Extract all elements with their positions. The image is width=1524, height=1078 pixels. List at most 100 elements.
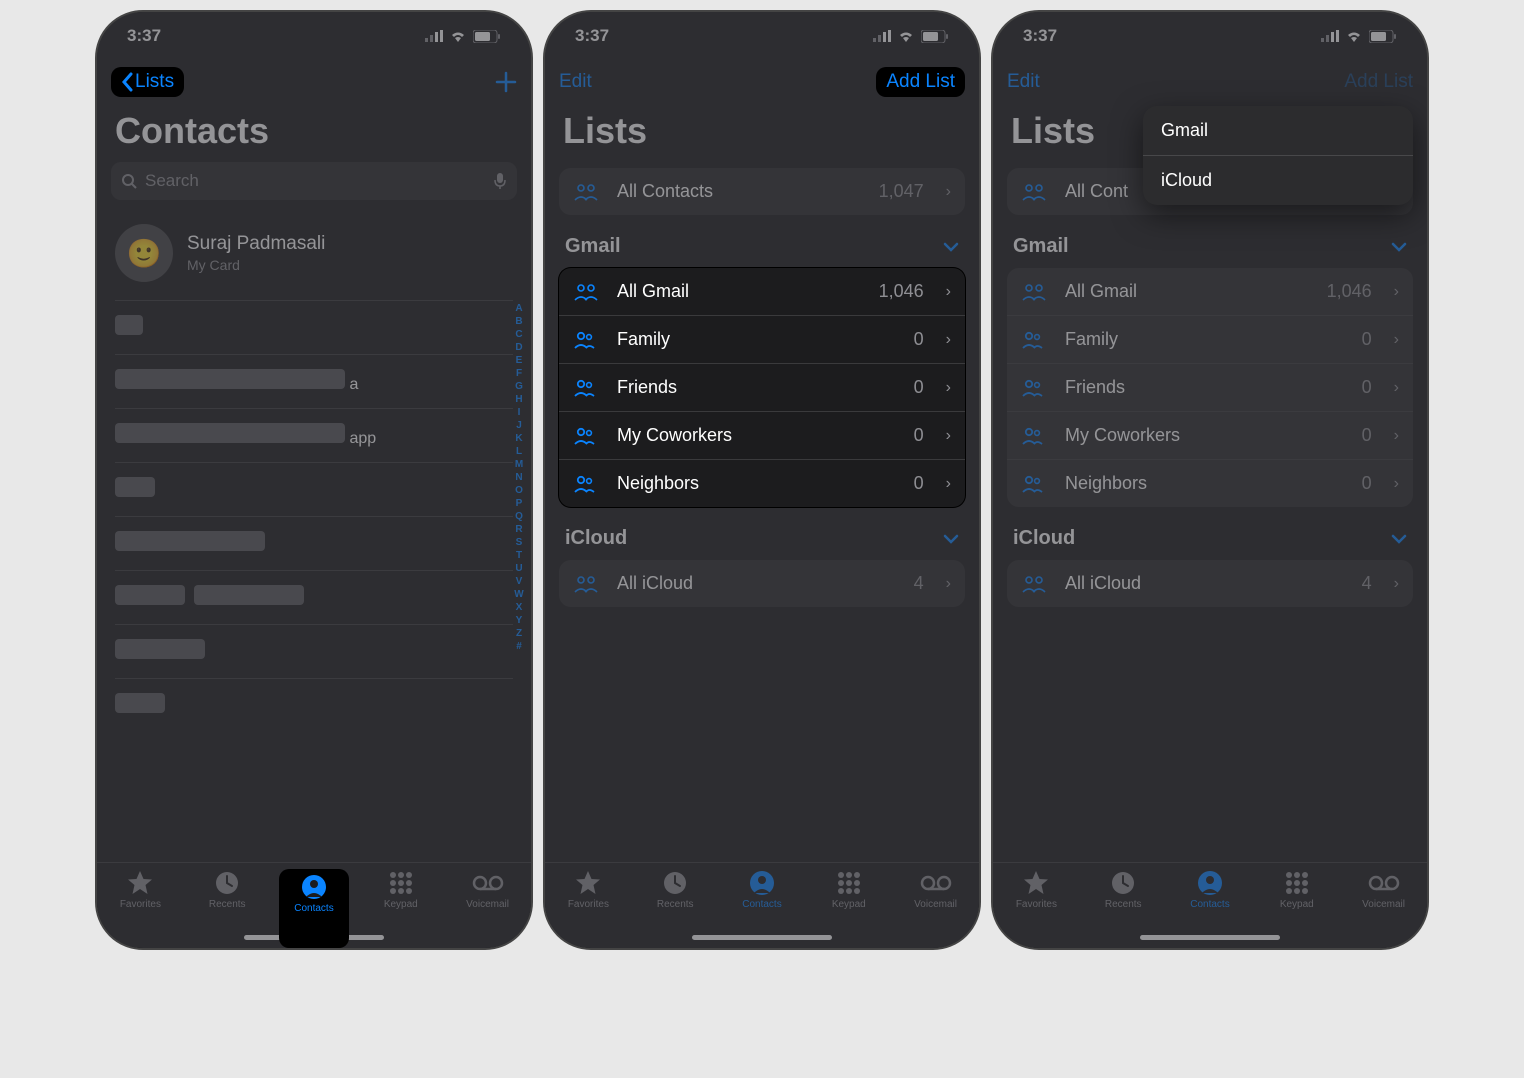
chevron-right-icon: › <box>1394 379 1399 397</box>
list-count: 0 <box>1362 473 1372 494</box>
tab-label: Contacts <box>1190 899 1229 910</box>
chevron-down-icon <box>943 534 959 544</box>
list-item[interactable] <box>115 624 513 678</box>
list-row-neighbors[interactable]: Neighbors0› <box>559 459 965 507</box>
list-label: All Contacts <box>617 181 865 202</box>
edit-button[interactable]: Edit <box>559 71 592 93</box>
add-button[interactable] <box>495 71 517 93</box>
list-count: 1,046 <box>1327 281 1372 302</box>
list-row-family[interactable]: Family0› <box>559 315 965 363</box>
nav-bar: Edit Add List <box>993 60 1427 104</box>
list-item[interactable] <box>115 516 513 570</box>
index-bar[interactable]: ABCDEFGHIJKLMNOPQRSTUVWXYZ# <box>511 302 527 653</box>
voicemail-icon <box>920 869 952 897</box>
status-bar: 3:37 <box>993 12 1427 60</box>
tab-favorites[interactable]: Favorites <box>553 869 623 948</box>
list-row-my-coworkers[interactable]: My Coworkers0› <box>559 411 965 459</box>
tab-label: Favorites <box>568 899 609 910</box>
favorites-icon <box>1022 869 1050 897</box>
add-list-button[interactable]: Add List <box>1344 71 1413 93</box>
list-item[interactable] <box>115 300 513 354</box>
list-label: My Coworkers <box>1065 425 1348 446</box>
list-row-all-gmail[interactable]: All Gmail1,046› <box>1007 268 1413 315</box>
list-count: 0 <box>1362 377 1372 398</box>
tab-favorites[interactable]: Favorites <box>1001 869 1071 948</box>
add-list-button[interactable]: Add List <box>876 67 965 97</box>
recents-icon <box>662 869 688 897</box>
tab-label: Keypad <box>1280 899 1314 910</box>
home-indicator[interactable] <box>1140 935 1280 940</box>
list-label: Friends <box>1065 377 1348 398</box>
cellular-icon <box>873 30 891 42</box>
cellular-icon <box>1321 30 1339 42</box>
tab-label: Recents <box>1105 899 1142 910</box>
tab-label: Contacts <box>294 903 333 914</box>
list-row-friends[interactable]: Friends 0 › <box>1007 363 1413 411</box>
list-row-all-icloud[interactable]: All iCloud4› <box>1007 560 1413 607</box>
avatar: 🙂 <box>115 224 173 282</box>
list-item[interactable] <box>115 678 513 732</box>
tab-voicemail[interactable]: Voicemail <box>901 869 971 948</box>
popup-item-gmail[interactable]: Gmail <box>1143 106 1413 155</box>
contact-list[interactable]: a app <box>97 300 531 732</box>
page-title: Contacts <box>97 104 531 162</box>
keypad-icon <box>388 869 414 897</box>
chevron-right-icon: › <box>946 475 951 493</box>
list-item[interactable]: app <box>115 408 513 462</box>
phone-lists-screen: 3:37 Edit Add List Lists All Contacts 1,… <box>543 10 981 950</box>
tab-voicemail[interactable]: Voicemail <box>1349 869 1419 948</box>
status-bar: 3:37 <box>545 12 979 60</box>
list-count: 0 <box>914 425 924 446</box>
tab-label: Recents <box>209 899 246 910</box>
chevron-down-icon <box>1391 534 1407 544</box>
list-count: 0 <box>1362 329 1372 350</box>
tab-voicemail[interactable]: Voicemail <box>453 869 523 948</box>
edit-button[interactable]: Edit <box>1007 71 1040 93</box>
mic-icon[interactable] <box>493 172 507 190</box>
list-count: 1,047 <box>879 181 924 202</box>
tab-label: Favorites <box>120 899 161 910</box>
gmail-section-header[interactable]: Gmail <box>559 215 965 268</box>
group-icon <box>573 475 603 493</box>
recents-icon <box>214 869 240 897</box>
status-time: 3:37 <box>1023 26 1057 46</box>
phone-lists-popup-screen: 3:37 Edit Add List Lists All Cont Gmail … <box>991 10 1429 950</box>
chevron-left-icon <box>121 72 133 92</box>
chevron-right-icon: › <box>946 575 951 593</box>
tab-contacts[interactable]: Contacts <box>279 869 349 948</box>
battery-icon <box>921 30 949 43</box>
tab-favorites[interactable]: Favorites <box>105 869 175 948</box>
tab-label: Recents <box>657 899 694 910</box>
list-item[interactable] <box>115 570 513 624</box>
voicemail-icon <box>472 869 504 897</box>
icloud-section-header[interactable]: iCloud <box>1007 507 1413 560</box>
list-row-family[interactable]: Family0› <box>1007 315 1413 363</box>
icloud-section-header[interactable]: iCloud <box>559 507 965 560</box>
list-item[interactable] <box>115 462 513 516</box>
list-row-my-coworkers[interactable]: My Coworkers0› <box>1007 411 1413 459</box>
list-item[interactable]: a <box>115 354 513 408</box>
gmail-lists: All Gmail1,046›Family0›Friends0›My Cowor… <box>1007 268 1413 507</box>
list-label: All iCloud <box>617 573 900 594</box>
list-count: 0 <box>1362 425 1372 446</box>
voicemail-icon <box>1368 869 1400 897</box>
gmail-section-header[interactable]: Gmail <box>1007 215 1413 268</box>
search-field[interactable]: Search <box>111 162 517 200</box>
back-button[interactable]: Lists <box>111 67 184 97</box>
list-row-neighbors[interactable]: Neighbors0› <box>1007 459 1413 507</box>
tab-label: Keypad <box>832 899 866 910</box>
list-label: All Gmail <box>617 281 865 302</box>
list-row-friends[interactable]: Friends0› <box>559 363 965 411</box>
my-card[interactable]: 🙂 Suraj Padmasali My Card <box>97 214 531 300</box>
list-row-all-gmail[interactable]: All Gmail1,046› <box>559 268 965 315</box>
group-icon <box>1021 379 1051 397</box>
popup-item-icloud[interactable]: iCloud <box>1143 155 1413 205</box>
icloud-lists: All iCloud4› <box>559 560 965 607</box>
chevron-right-icon: › <box>946 331 951 349</box>
all-contacts-row[interactable]: All Contacts 1,047 › <box>559 168 965 215</box>
chevron-right-icon: › <box>1394 331 1399 349</box>
group-icon <box>573 575 603 593</box>
list-count: 0 <box>914 377 924 398</box>
list-row-all-icloud[interactable]: All iCloud4› <box>559 560 965 607</box>
home-indicator[interactable] <box>692 935 832 940</box>
